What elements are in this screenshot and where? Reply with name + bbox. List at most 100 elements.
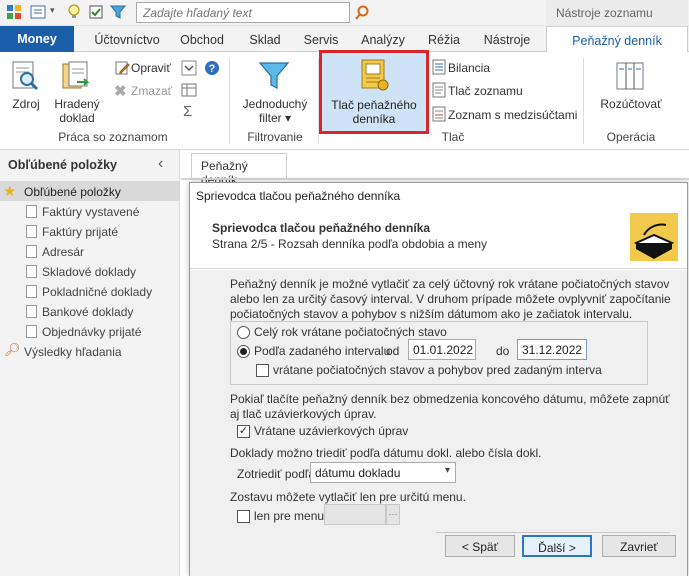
favorite-item-label: Faktúry vystavené xyxy=(42,205,140,219)
favorite-item[interactable]: Skladové doklady xyxy=(0,261,180,281)
favorite-item[interactable]: Pokladničné doklady xyxy=(0,281,180,301)
wizard-heading: Sprievodca tlačou peňažného denníka xyxy=(212,221,431,235)
search-icon[interactable] xyxy=(354,5,370,21)
favorite-item[interactable]: Adresár xyxy=(0,241,180,261)
print-list-button[interactable]: Tlač zoznamu xyxy=(448,84,523,98)
favorite-item[interactable]: Bankové doklady xyxy=(0,301,180,321)
date-to-input[interactable]: 31.12.2022 xyxy=(517,339,587,360)
favorite-item[interactable]: Objednávky prijaté xyxy=(0,321,180,341)
rozuctovat-button[interactable]: Rozúčtovať xyxy=(594,97,668,111)
ribbon-tab-bar: Money Účtovníctvo Obchod Sklad Servis An… xyxy=(0,26,689,52)
tab-money[interactable]: Money xyxy=(0,26,74,52)
document-tab[interactable]: Peňažný denník xyxy=(191,153,287,187)
close-button[interactable]: Zavrieť xyxy=(602,535,676,557)
collapse-panel-icon[interactable]: ‹ xyxy=(158,155,163,173)
favorite-item-label: Skladové doklady xyxy=(42,265,137,279)
document-icon xyxy=(26,225,37,238)
currency-select[interactable] xyxy=(324,504,386,525)
print-cash-book-icon xyxy=(361,59,389,91)
search-input[interactable] xyxy=(136,2,350,23)
favorites-panel: Obľúbené položky ‹ ★ Obľúbené položky Fak… xyxy=(0,150,180,576)
dialog-header: Sprievodca tlačou peňažného denníka Stra… xyxy=(190,209,687,269)
checkbox-menu-label: len pre menu xyxy=(254,509,325,523)
opravit-button[interactable]: Opraviť xyxy=(131,61,171,75)
favorite-item-label: Pokladničné doklady xyxy=(42,285,153,299)
quick-access-bar: ▾ Nástroje zoznamu xyxy=(0,0,689,26)
document-icon xyxy=(26,305,37,318)
tab-servis[interactable]: Servis xyxy=(296,26,346,52)
tab-analyzy[interactable]: Analýzy xyxy=(354,26,412,52)
group-filtrovanie: Filtrovanie xyxy=(247,130,303,144)
checkbox-closing-label: Vrátane uzávierkových úprav xyxy=(254,424,409,438)
favorite-item-label: Objednávky prijaté xyxy=(42,325,142,339)
sort-select-value: dátumu dokladu xyxy=(315,466,401,480)
checkbox-initial-states[interactable] xyxy=(256,364,269,377)
search-results-item[interactable]: 🔎︎ Výsledky hľadania xyxy=(0,341,180,361)
subtotals-list-button[interactable]: Zoznam s medzisúčtami xyxy=(448,108,577,122)
document-icon xyxy=(26,325,37,338)
subtotals-list-icon[interactable] xyxy=(431,106,447,122)
currency-picker-button[interactable]: ··· xyxy=(386,504,400,525)
checkbox-closing[interactable]: ✓ xyxy=(237,425,250,438)
favorites-header: Obľúbené položky xyxy=(8,158,117,172)
edit-icon[interactable] xyxy=(114,60,130,76)
favorites-root[interactable]: ★ Obľúbené položky xyxy=(0,181,180,201)
zdroj-button[interactable]: Zdroj xyxy=(6,97,46,111)
tab-rezia[interactable]: Réžia xyxy=(420,26,468,52)
sort-label: Zotriediť podľa xyxy=(237,467,316,481)
help-icon[interactable]: ? xyxy=(204,60,220,76)
tab-nastroje[interactable]: Nástroje xyxy=(474,26,540,52)
bulb-icon[interactable] xyxy=(66,4,82,20)
favorite-item[interactable]: Faktúry prijaté xyxy=(0,221,180,241)
tab-obchod[interactable]: Obchod xyxy=(173,26,231,52)
context-tab-title: Nástroje zoznamu xyxy=(546,0,688,26)
back-button[interactable]: < Späť xyxy=(445,535,515,557)
print-list-icon[interactable] xyxy=(431,82,447,98)
filter-icon[interactable] xyxy=(110,4,126,20)
favorites-root-label: Obľúbené položky xyxy=(24,185,121,199)
radio-interval-label: Podľa zadaného intervalu xyxy=(254,344,391,358)
next-button[interactable]: Ďalší > xyxy=(522,535,592,557)
dropdown-icon[interactable] xyxy=(181,60,197,76)
checkbox-initial-states-label: vrátane počiatočných stavov a pohybov pr… xyxy=(273,363,602,377)
wizard-book-icon xyxy=(630,213,678,261)
print-cash-book-label: Tlač peňažného denníka xyxy=(322,98,426,126)
dialog-body: Peňažný denník je možné vytlačiť za celý… xyxy=(190,270,687,576)
tab-uctovnictvo[interactable]: Účtovníctvo xyxy=(83,26,171,52)
menu-text: Zostavu môžete vytlačiť len pre určitú m… xyxy=(230,490,466,504)
zmazat-button[interactable]: Zmazať xyxy=(131,84,172,98)
chevron-down-icon: ▾ xyxy=(444,465,450,476)
app-logo-icon[interactable] xyxy=(6,4,22,20)
sort-select[interactable]: dátumu dokladu ▾ xyxy=(310,462,456,483)
hradeny-doklad-button[interactable]: Hradený doklad xyxy=(48,97,106,125)
delete-icon[interactable]: ✖ xyxy=(114,82,127,100)
bilancia-button[interactable]: Bilancia xyxy=(448,61,490,75)
svg-text:?: ? xyxy=(209,63,216,75)
bilancia-icon[interactable] xyxy=(431,59,447,75)
tlac-label-2: denníka xyxy=(352,112,396,126)
favorite-item[interactable]: Faktúry vystavené xyxy=(0,201,180,221)
ribbon-separator xyxy=(229,58,230,144)
date-from-input[interactable]: 01.01.2022 xyxy=(408,339,476,360)
checkbox-icon[interactable] xyxy=(88,4,104,20)
columns-icon[interactable] xyxy=(181,82,197,98)
list-icon[interactable] xyxy=(30,4,46,20)
radio-whole-year[interactable] xyxy=(237,326,250,339)
filter-label-2: filter ▾ xyxy=(258,111,292,125)
group-praca-so-zoznamom: Práca so zoznamom xyxy=(58,130,168,144)
hradeny-doklad-icon[interactable] xyxy=(61,60,93,92)
zdroj-icon[interactable] xyxy=(10,60,40,92)
dropdown-chevron-icon[interactable]: ▾ xyxy=(50,5,55,16)
radio-interval[interactable] xyxy=(237,345,250,358)
simple-filter-button[interactable]: Jednoduchý filter ▾ xyxy=(238,97,312,125)
document-icon xyxy=(26,205,37,218)
checkbox-menu[interactable] xyxy=(237,510,250,523)
sum-icon[interactable]: Σ xyxy=(183,103,192,120)
split-icon[interactable] xyxy=(614,60,646,92)
tab-penazny-dennik[interactable]: Peňažný denník xyxy=(546,26,688,52)
simple-filter-icon[interactable] xyxy=(258,60,290,92)
document-icon xyxy=(26,285,37,298)
star-icon: ★ xyxy=(3,183,17,200)
favorite-item-label: Faktúry prijaté xyxy=(42,225,119,239)
tab-sklad[interactable]: Sklad xyxy=(240,26,290,52)
